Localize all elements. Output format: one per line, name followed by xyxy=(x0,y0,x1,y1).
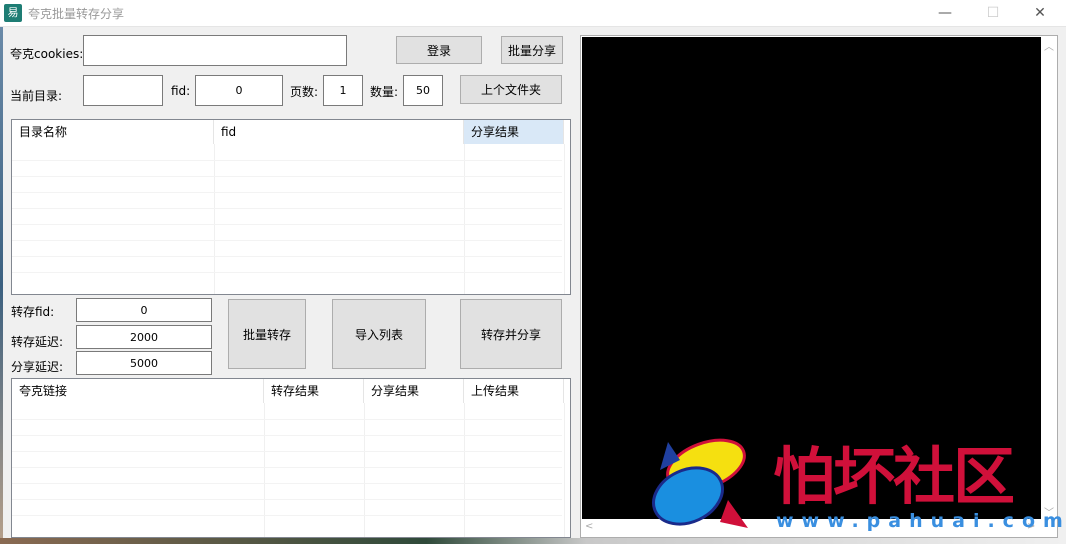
transfer-and-share-button[interactable]: 转存并分享 xyxy=(460,299,562,369)
app-icon: 易 xyxy=(4,4,22,22)
column-header-share-result[interactable]: 分享结果 xyxy=(364,379,464,403)
directory-list[interactable]: 目录名称 fid 分享结果 xyxy=(11,119,571,295)
cookies-label: 夸克cookies: xyxy=(10,47,84,61)
column-header-transfer-result[interactable]: 转存结果 xyxy=(264,379,364,403)
desktop-background xyxy=(0,27,3,544)
column-header-share-result[interactable]: 分享结果 xyxy=(464,120,564,144)
column-header-link[interactable]: 夸克链接 xyxy=(12,379,264,403)
column-header-upload-result[interactable]: 上传结果 xyxy=(464,379,564,403)
import-list-button[interactable]: 导入列表 xyxy=(332,299,426,369)
transfer-delay-label: 转存延迟: xyxy=(11,335,64,349)
watermark-logo: 怕坏社区 www.pahuai.com xyxy=(648,430,1063,540)
transfer-fid-input[interactable]: 0 xyxy=(76,298,212,322)
scroll-left-icon[interactable]: < xyxy=(585,521,593,532)
column-header-fid[interactable]: fid xyxy=(214,120,464,144)
close-button[interactable]: ✕ xyxy=(1017,0,1063,27)
watermark-text: 怕坏社区 xyxy=(773,440,1015,513)
transfer-fid-label: 转存fid: xyxy=(11,305,55,319)
fish-logo-icon xyxy=(652,438,748,528)
page-label: 页数: xyxy=(290,85,319,99)
parent-folder-button[interactable]: 上个文件夹 xyxy=(460,75,562,104)
count-label: 数量: xyxy=(370,85,399,99)
link-list[interactable]: 夸克链接 转存结果 分享结果 上传结果 xyxy=(11,378,571,538)
current-dir-input[interactable] xyxy=(83,75,163,106)
scroll-up-icon[interactable]: ︿ xyxy=(1044,38,1054,53)
batch-transfer-button[interactable]: 批量转存 xyxy=(228,299,306,369)
batch-share-button[interactable]: 批量分享 xyxy=(501,36,563,64)
transfer-delay-input[interactable]: 2000 xyxy=(76,325,212,349)
login-button[interactable]: 登录 xyxy=(396,36,482,64)
watermark-url: www.pahuai.com xyxy=(776,510,1066,532)
count-input[interactable]: 50 xyxy=(403,75,443,106)
current-dir-label: 当前目录: xyxy=(10,89,63,103)
cookies-input[interactable] xyxy=(83,35,347,66)
window-title: 夸克批量转存分享 xyxy=(28,7,125,21)
column-header-dir-name[interactable]: 目录名称 xyxy=(12,120,214,144)
page-input[interactable]: 1 xyxy=(323,75,363,106)
fid-input[interactable]: 0 xyxy=(195,75,283,106)
desktop-background-bottom xyxy=(0,538,1066,544)
fid-label: fid: xyxy=(171,84,191,98)
title-bar: 易 夸克批量转存分享 — ☐ ✕ xyxy=(0,0,1066,27)
share-delay-input[interactable]: 5000 xyxy=(76,351,212,375)
minimize-button[interactable]: — xyxy=(922,0,968,27)
maximize-button[interactable]: ☐ xyxy=(970,0,1016,27)
share-delay-label: 分享延迟: xyxy=(11,360,64,374)
